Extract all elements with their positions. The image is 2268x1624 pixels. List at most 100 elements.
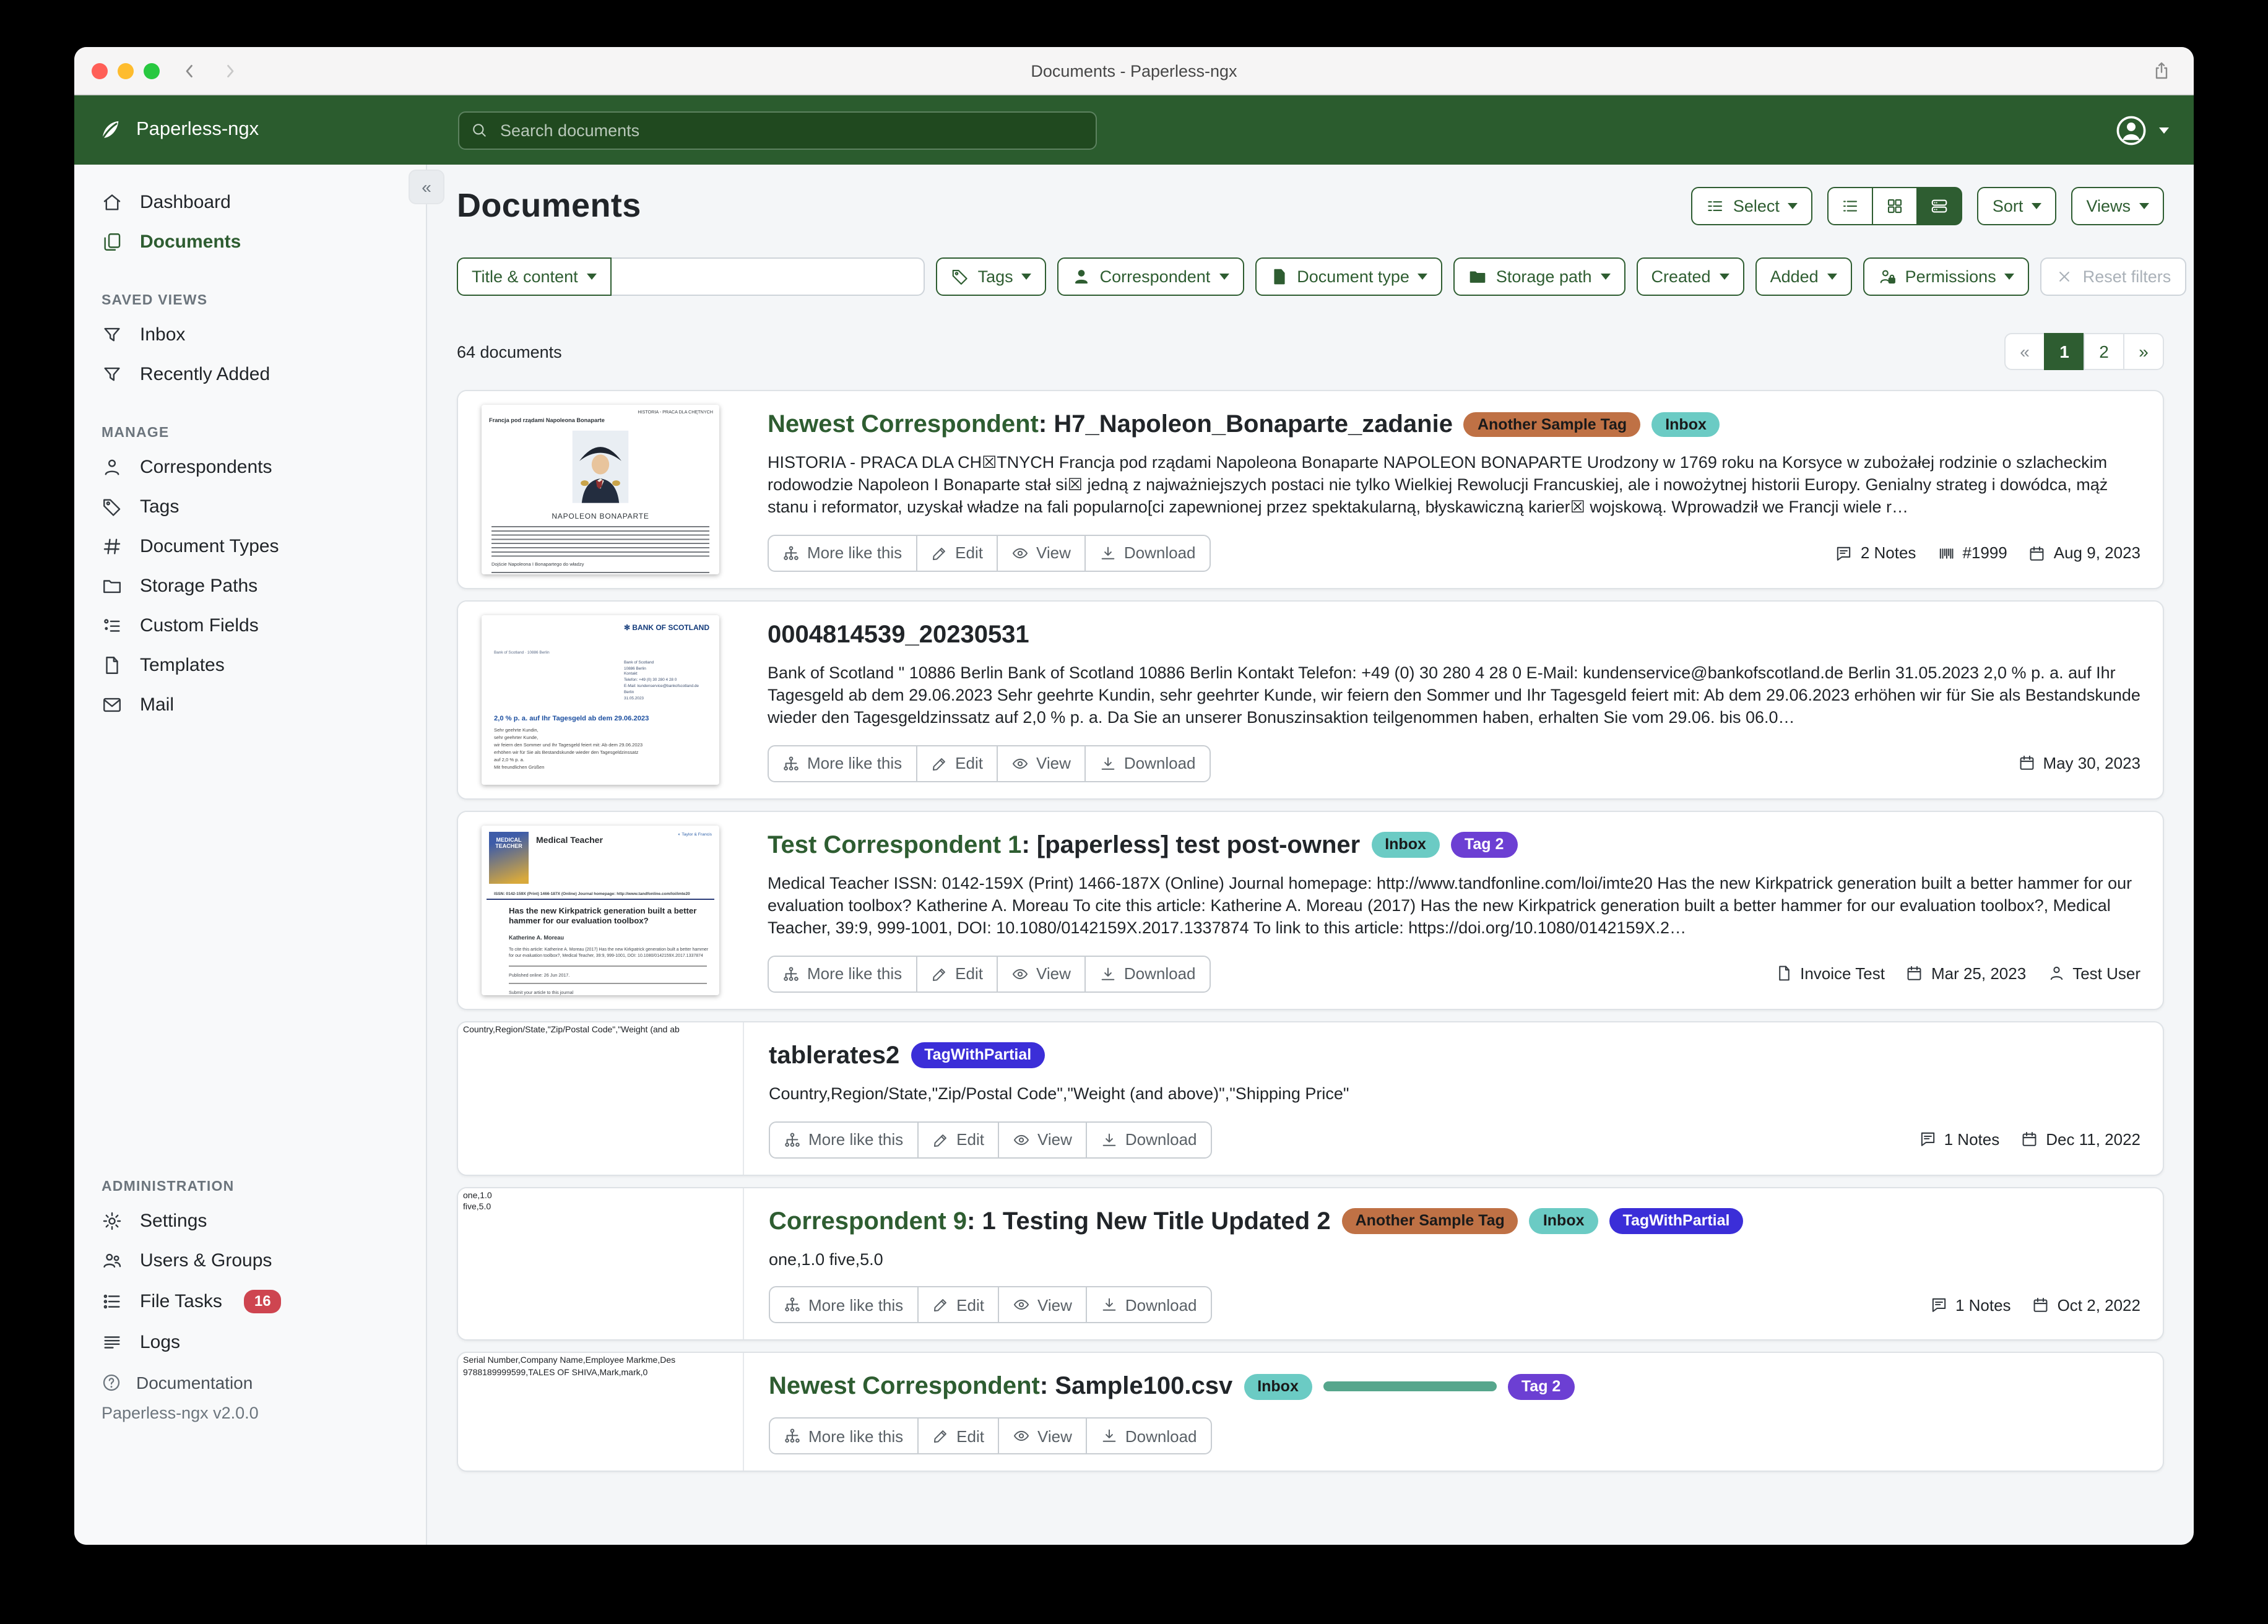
close-window-button[interactable] <box>92 63 108 79</box>
tag-pill[interactable]: Another Sample Tag <box>1342 1209 1518 1234</box>
document-thumbnail[interactable]: Serial Number,Company Name,Employee Mark… <box>458 1354 744 1471</box>
more-like-this-button[interactable]: More like this <box>768 535 917 572</box>
view-button[interactable]: View <box>998 1121 1087 1158</box>
edit-button[interactable]: Edit <box>917 1121 999 1158</box>
search-input[interactable] <box>498 119 1084 140</box>
edit-button[interactable]: Edit <box>917 1287 999 1324</box>
filter-tags-button[interactable]: Tags <box>936 257 1047 296</box>
forward-icon[interactable] <box>220 47 239 94</box>
filter-storage-path-button[interactable]: Storage path <box>1454 257 1625 296</box>
select-button[interactable]: Select <box>1691 187 1813 225</box>
sidebar-item-document-types[interactable]: Document Types <box>74 526 426 566</box>
download-button[interactable]: Download <box>1084 745 1211 782</box>
document-correspondent[interactable]: Newest Correspondent <box>769 1373 1040 1401</box>
view-mode-view-grid-button[interactable] <box>1872 187 1918 225</box>
views-button[interactable]: Views <box>2071 187 2164 225</box>
tag-pill[interactable]: Inbox <box>1371 832 1440 858</box>
tag-pill[interactable]: Tag 2 <box>1508 1374 1574 1399</box>
more-like-this-button[interactable]: More like this <box>769 1121 918 1158</box>
document-title-link[interactable]: Correspondent 9: 1 Testing New Title Upd… <box>769 1206 1331 1236</box>
document-correspondent[interactable]: Correspondent 9 <box>769 1207 967 1235</box>
filter-document-type-button[interactable]: Document type <box>1255 257 1443 296</box>
document-title-link[interactable]: 0004814539_20230531 <box>768 620 1029 650</box>
filter-created-button[interactable]: Created <box>1637 257 1744 296</box>
download-button[interactable]: Download <box>1086 1287 1212 1324</box>
zoom-window-button[interactable] <box>144 63 160 79</box>
edit-button[interactable]: Edit <box>915 535 998 572</box>
sort-label: Sort <box>1993 197 2023 215</box>
tag-pill[interactable]: Tag 2 <box>1451 832 1517 858</box>
pagination-page-1-button[interactable]: 1 <box>2044 333 2085 370</box>
global-search[interactable] <box>458 111 1097 149</box>
sidebar-item-mail[interactable]: Mail <box>74 685 426 724</box>
view-mode-view-list-button[interactable] <box>1828 187 1874 225</box>
sidebar-item-logs[interactable]: Logs <box>74 1322 426 1362</box>
sidebar-item-settings[interactable]: Settings <box>74 1201 426 1240</box>
document-correspondent[interactable]: Test Correspondent 1 <box>768 831 1021 858</box>
filter-added-button[interactable]: Added <box>1755 257 1852 296</box>
document-title-link[interactable]: Newest Correspondent: H7_Napoleon_Bonapa… <box>768 410 1453 439</box>
user-menu[interactable] <box>2114 113 2169 147</box>
more-like-this-button[interactable]: More like this <box>768 745 917 782</box>
sidebar-item-users-groups[interactable]: Users & Groups <box>74 1240 426 1280</box>
download-button[interactable]: Download <box>1086 1418 1212 1455</box>
view-button[interactable]: View <box>998 1418 1087 1455</box>
document-title-link[interactable]: tablerates2 <box>769 1040 899 1070</box>
view-button[interactable]: View <box>997 535 1086 572</box>
document-thumbnail[interactable]: HISTORIA - PRACA DLA CHĘTNYCHFrancja pod… <box>458 391 743 588</box>
back-icon[interactable] <box>181 47 199 94</box>
sidebar-collapse-button[interactable]: « <box>409 170 444 204</box>
title-content-dropdown-button[interactable]: Title & content <box>457 257 612 296</box>
view-button[interactable]: View <box>998 1287 1087 1324</box>
pagination-prev-button[interactable]: « <box>2004 333 2045 370</box>
sidebar-item-label: Settings <box>140 1210 207 1231</box>
tag-pill[interactable] <box>1323 1382 1497 1392</box>
sidebar-item-recently-added[interactable]: Recently Added <box>74 354 426 394</box>
sidebar-item-custom-fields[interactable]: Custom Fields <box>74 605 426 645</box>
document-thumbnail[interactable]: one,1.0 five,5.0 <box>458 1188 744 1340</box>
tag-pill[interactable]: Inbox <box>1651 412 1720 438</box>
more-like-this-button[interactable]: More like this <box>769 1418 918 1455</box>
title-content-input[interactable] <box>612 257 925 296</box>
download-button[interactable]: Download <box>1084 535 1211 572</box>
sidebar-item-dashboard[interactable]: Dashboard <box>74 182 426 222</box>
tag-pill[interactable]: Inbox <box>1244 1374 1312 1399</box>
download-button[interactable]: Download <box>1086 1121 1212 1158</box>
document-thumbnail[interactable]: MEDICALTEACHERMedical Teacher◐ Taylor & … <box>458 811 743 1008</box>
sidebar-item-file-tasks[interactable]: File Tasks16 <box>74 1280 426 1322</box>
reset-filters-button[interactable]: Reset filters <box>2041 257 2186 296</box>
document-thumbnail[interactable]: ✻ BANK OF SCOTLANDBank of Scotland · 108… <box>458 602 743 798</box>
sidebar-item-tags[interactable]: Tags <box>74 486 426 526</box>
pagination-page-2-button[interactable]: 2 <box>2084 333 2124 370</box>
document-title-link[interactable]: Test Correspondent 1: [paperless] test p… <box>768 830 1360 860</box>
more-like-this-button[interactable]: More like this <box>768 955 917 992</box>
edit-button[interactable]: Edit <box>915 745 998 782</box>
pagination-next-button[interactable]: » <box>2123 333 2164 370</box>
minimize-window-button[interactable] <box>118 63 134 79</box>
document-correspondent[interactable]: Newest Correspondent <box>768 411 1039 438</box>
tag-pill[interactable]: Another Sample Tag <box>1464 412 1640 438</box>
more-like-this-button[interactable]: More like this <box>769 1287 918 1324</box>
filter-permissions-button[interactable]: Permissions <box>1863 257 2030 296</box>
tag-pill[interactable]: TagWithPartial <box>1609 1209 1744 1234</box>
sort-button[interactable]: Sort <box>1978 187 2057 225</box>
tag-pill[interactable]: TagWithPartial <box>911 1043 1045 1068</box>
sidebar-item-documentation[interactable]: Documentation <box>74 1362 426 1393</box>
view-button[interactable]: View <box>997 745 1086 782</box>
filter-correspondent-button[interactable]: Correspondent <box>1058 257 1244 296</box>
view-button[interactable]: View <box>997 955 1086 992</box>
sidebar-item-storage-paths[interactable]: Storage Paths <box>74 566 426 605</box>
download-button[interactable]: Download <box>1084 955 1211 992</box>
tag-pill[interactable]: Inbox <box>1530 1209 1598 1234</box>
sidebar-item-correspondents[interactable]: Correspondents <box>74 447 426 486</box>
view-mode-view-detail-button[interactable] <box>1917 187 1963 225</box>
document-title-link[interactable]: Newest Correspondent: Sample100.csv <box>769 1372 1232 1402</box>
document-thumbnail[interactable]: Country,Region/State,"Zip/Postal Code","… <box>458 1022 744 1174</box>
edit-button[interactable]: Edit <box>917 1418 999 1455</box>
sidebar-item-templates[interactable]: Templates <box>74 645 426 685</box>
sidebar-item-inbox[interactable]: Inbox <box>74 314 426 354</box>
sidebar-item-documents[interactable]: Documents <box>74 222 426 261</box>
share-icon[interactable] <box>2152 47 2171 94</box>
edit-button[interactable]: Edit <box>915 955 998 992</box>
brand[interactable]: Paperless-ngx <box>74 118 427 142</box>
